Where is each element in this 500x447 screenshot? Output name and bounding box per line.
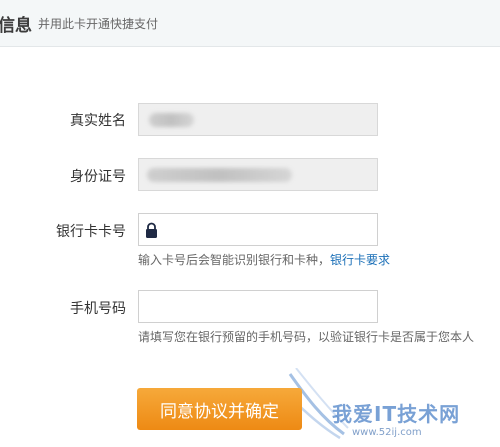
section-title: 信息 <box>0 16 32 36</box>
card-number-hint: 输入卡号后会智能识别银行和卡种，银行卡要求 <box>138 251 390 268</box>
section-subtitle: 并用此卡开通快捷支付 <box>38 17 159 31</box>
card-number-input[interactable] <box>138 213 378 246</box>
watermark-url: www.52ij.com <box>352 427 422 438</box>
card-hint-text: 输入卡号后会智能识别银行和卡种， <box>138 253 331 267</box>
agree-and-confirm-button[interactable]: 同意协议并确定 <box>137 388 302 430</box>
real-name-label: 真实姓名 <box>70 113 126 129</box>
phone-input[interactable] <box>138 290 378 323</box>
phone-label: 手机号码 <box>70 301 126 317</box>
id-number-field <box>138 158 378 191</box>
lock-icon <box>146 222 157 238</box>
bank-card-requirements-link[interactable]: 银行卡要求 <box>330 253 390 267</box>
watermark-text: 我爱IT技术网 <box>332 402 461 426</box>
masked-id-value <box>147 168 292 182</box>
id-number-label: 身份证号 <box>70 169 126 185</box>
masked-name-value <box>149 113 194 127</box>
real-name-field <box>138 103 378 136</box>
section-header: 信息 并用此卡开通快捷支付 <box>0 0 500 47</box>
phone-hint: 请填写您在银行预留的手机号码，以验证银行卡是否属于您本人 <box>138 330 475 344</box>
card-number-label: 银行卡卡号 <box>56 224 126 240</box>
